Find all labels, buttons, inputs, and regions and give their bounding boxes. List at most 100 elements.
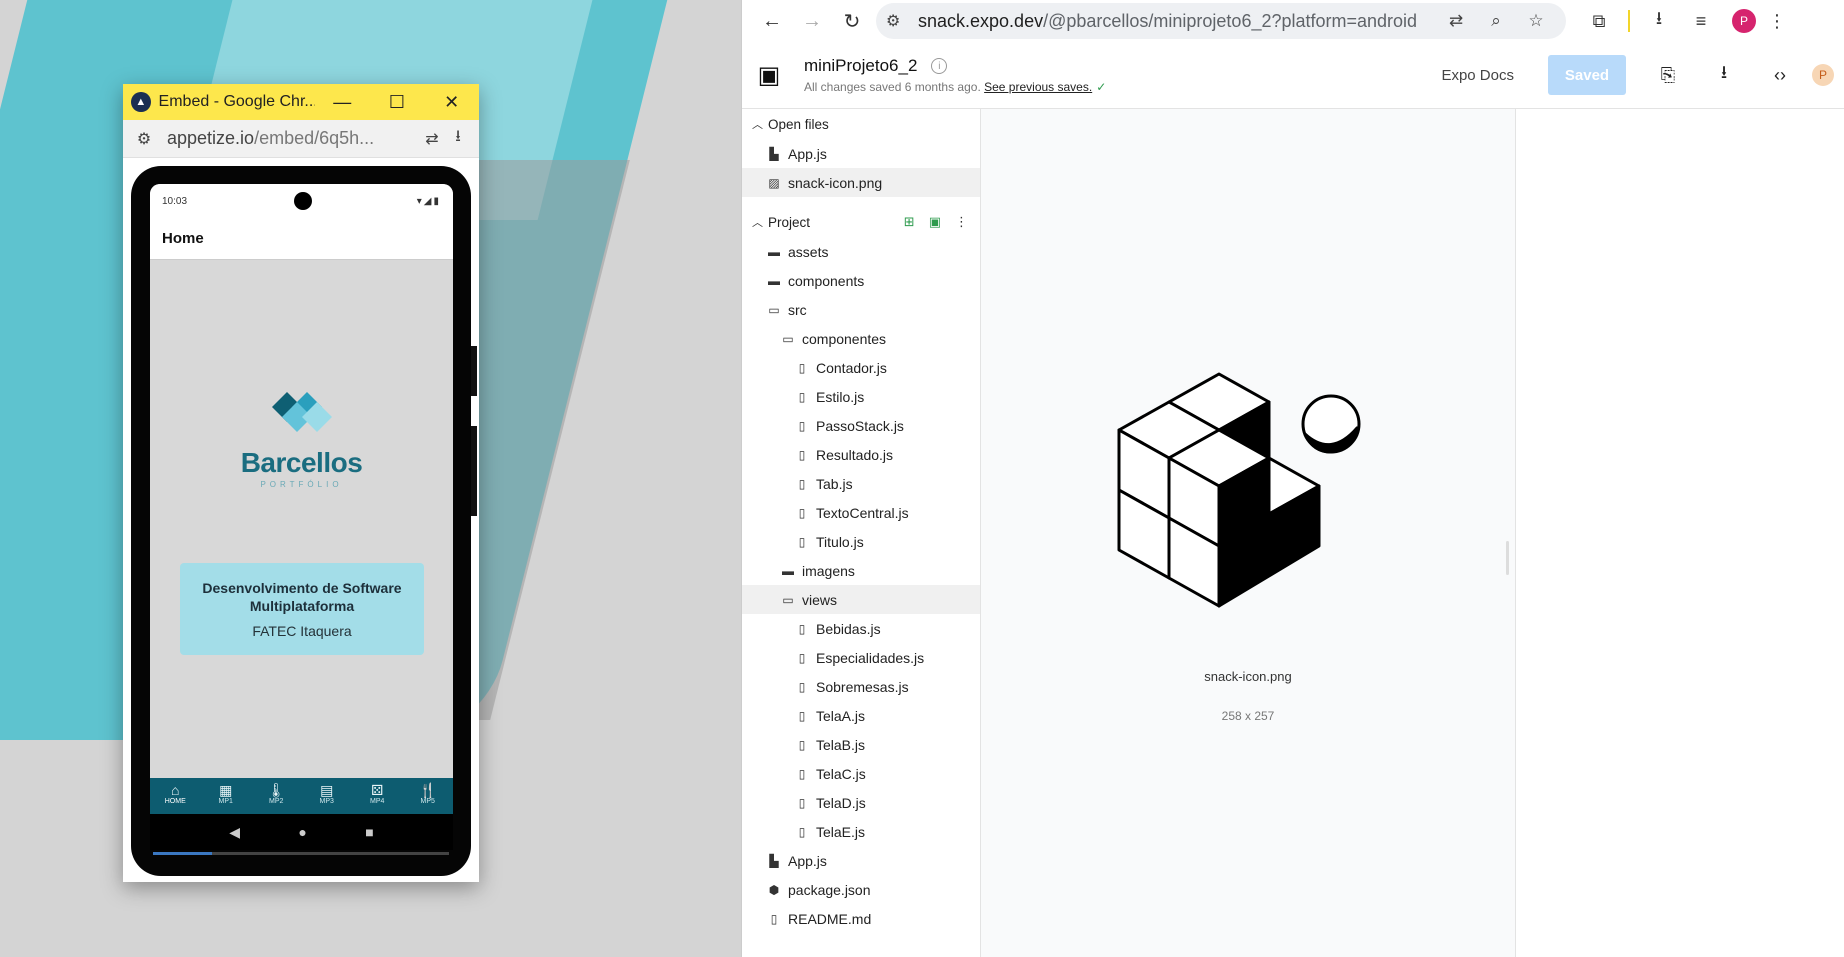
tree-file[interactable]: ▯ Sobremesas.js [742, 672, 980, 701]
phone-button [471, 426, 477, 516]
tree-file[interactable]: ▯ TelaC.js [742, 759, 980, 788]
open-file-item[interactable]: ▨ snack-icon.png [742, 168, 980, 197]
tab-mp4[interactable]: ⚄ MP4 [352, 778, 403, 814]
tab-mp1[interactable]: ▦ MP1 [201, 778, 252, 814]
reload-icon[interactable]: ↻ [832, 4, 872, 38]
new-file-icon[interactable]: ⊞ [904, 214, 915, 230]
info-icon[interactable]: i [931, 58, 948, 74]
downloads-icon[interactable]: ⭳ [1638, 6, 1680, 36]
menu-kebab-icon[interactable]: ⋮ [1756, 11, 1798, 32]
tree-folder[interactable]: ▭ componentes [742, 324, 980, 353]
translate-icon[interactable]: ⇄ [419, 126, 445, 152]
embed-address-bar[interactable]: ⚙ appetize.io/embed/6q5h... ⇄ ⭳ [123, 120, 479, 158]
project-header[interactable]: ︿ Project ⊞ ▣ ⋮ [742, 207, 980, 237]
folder-icon: ▬ [768, 244, 780, 259]
run-on-device-icon[interactable]: ⎘ [1640, 65, 1696, 86]
tab-icon: ▤ [320, 782, 334, 798]
tab-mp3[interactable]: ▤ MP3 [302, 778, 353, 814]
tree-file[interactable]: ▯ Contador.js [742, 353, 980, 382]
embed-url[interactable]: appetize.io/embed/6q5h... [167, 128, 419, 149]
tree-item-label: components [788, 272, 865, 289]
forward-arrow-icon[interactable]: → [792, 4, 832, 38]
user-avatar[interactable]: P [1812, 64, 1834, 86]
recents-icon[interactable]: ■ [365, 824, 373, 840]
open-files-header[interactable]: ︿ Open files [742, 109, 980, 139]
tab-mp5[interactable]: 🍴 MP5 [403, 778, 454, 814]
new-folder-icon[interactable]: ▣ [929, 214, 941, 230]
tree-file[interactable]: ▯ Estilo.js [742, 382, 980, 411]
file-icon: ▯ [798, 418, 806, 433]
tree-file[interactable]: ▯ Tab.js [742, 469, 980, 498]
zoom-icon[interactable]: ⌕ [1476, 11, 1516, 31]
tree-file[interactable]: ▯ Titulo.js [742, 527, 980, 556]
bottom-tab-bar: ⌂ HOME ▦ MP1 🌡 MP2 ▤ MP3 ⚄ MP4 🍴 MP5 [150, 778, 453, 814]
download-icon[interactable]: ⭳ [1696, 60, 1752, 90]
tree-file[interactable]: ▙ App.js [742, 846, 980, 875]
pane-resize-handle[interactable] [1506, 541, 1509, 575]
tree-folder[interactable]: ▬ imagens [742, 556, 980, 585]
back-arrow-icon[interactable]: ← [752, 4, 792, 38]
tree-file[interactable]: ▯ PassoStack.js [742, 411, 980, 440]
download-icon[interactable]: ⭳ [445, 126, 471, 152]
tab-home[interactable]: ⌂ HOME [150, 778, 201, 814]
tree-file[interactable]: ▯ TelaE.js [742, 817, 980, 846]
tree-item-label: Bebidas.js [816, 620, 881, 637]
embed-code-icon[interactable]: ‹› [1752, 65, 1808, 86]
tree-item-label: Titulo.js [816, 533, 864, 550]
translate-icon[interactable]: ⇄ [1436, 11, 1476, 31]
tree-file[interactable]: ▯ Resultado.js [742, 440, 980, 469]
phone-button [471, 346, 477, 396]
tree-file[interactable]: ▯ TextoCentral.js [742, 498, 980, 527]
tree-file[interactable]: ▯ README.md [742, 904, 980, 933]
course-school: FATEC Itaquera [252, 623, 352, 639]
minimize-icon[interactable]: — [315, 84, 370, 120]
tree-file[interactable]: ⬢ package.json [742, 875, 980, 904]
folder-open-icon: ▭ [782, 592, 794, 607]
maximize-icon[interactable]: ☐ [370, 84, 425, 120]
tree-file[interactable]: ▯ TelaD.js [742, 788, 980, 817]
tree-item-label: Contador.js [816, 359, 887, 376]
extensions-icon[interactable]: ⧉ [1578, 11, 1620, 32]
image-preview-pane: snack-icon.png 258 x 257 [981, 109, 1516, 957]
snack-logo-icon[interactable]: ▣ [754, 60, 784, 90]
close-icon[interactable]: ✕ [424, 84, 479, 120]
js-file-icon: ▙ [769, 146, 779, 161]
tree-file[interactable]: ▯ TelaA.js [742, 701, 980, 730]
phone-screen[interactable]: 10:03 ▾◢▮ Home Barcellos PORTFÓLIO Desen… [150, 184, 453, 850]
address-url[interactable]: snack.expo.dev/@pbarcellos/miniprojeto6_… [918, 11, 1436, 32]
bookmark-star-icon[interactable]: ☆ [1516, 11, 1556, 31]
tree-file[interactable]: ▯ Especialidades.js [742, 643, 980, 672]
file-icon: ▯ [798, 795, 806, 810]
tab-label: HOME [164, 798, 186, 805]
site-settings-icon[interactable]: ⚙ [886, 11, 912, 31]
tree-folder[interactable]: ▬ assets [742, 237, 980, 266]
url-host: appetize.io [167, 128, 255, 148]
tab-label: MP1 [218, 798, 233, 805]
site-settings-icon[interactable]: ⚙ [131, 126, 157, 152]
embed-titlebar[interactable]: ▲ Embed - Google Chr... — ☐ ✕ [123, 84, 479, 120]
home-circle-icon[interactable]: ● [298, 824, 306, 840]
tree-folder[interactable]: ▭ src [742, 295, 980, 324]
project-name[interactable]: miniProjeto6_2 [804, 56, 917, 76]
media-control-icon[interactable]: ≡ [1680, 11, 1722, 32]
back-icon[interactable]: ◀ [229, 824, 240, 841]
tree-file[interactable]: ▯ Bebidas.js [742, 614, 980, 643]
save-status: All changes saved 6 months ago. See prev… [804, 80, 1106, 94]
project-info: miniProjeto6_2 i All changes saved 6 mon… [804, 56, 1106, 94]
tree-item-label: README.md [788, 910, 872, 927]
preview-dimensions: 258 x 257 [1221, 709, 1275, 723]
previous-saves-link[interactable]: See previous saves. [984, 80, 1092, 94]
expo-docs-link[interactable]: Expo Docs [1441, 67, 1514, 84]
saved-button[interactable]: Saved [1548, 55, 1626, 95]
file-icon: ▯ [798, 447, 806, 462]
profile-avatar[interactable]: P [1732, 9, 1756, 33]
tab-mp2[interactable]: 🌡 MP2 [251, 778, 302, 814]
open-file-item[interactable]: ▙ App.js [742, 139, 980, 168]
address-bar[interactable]: ⚙ snack.expo.dev/@pbarcellos/miniprojeto… [876, 3, 1566, 39]
tree-item-label: PassoStack.js [816, 417, 904, 434]
tab-icon: ▦ [219, 782, 233, 798]
tree-file[interactable]: ▯ TelaB.js [742, 730, 980, 759]
tree-folder[interactable]: ▭ views [742, 585, 980, 614]
more-options-icon[interactable]: ⋮ [955, 214, 968, 230]
tree-folder[interactable]: ▬ components [742, 266, 980, 295]
